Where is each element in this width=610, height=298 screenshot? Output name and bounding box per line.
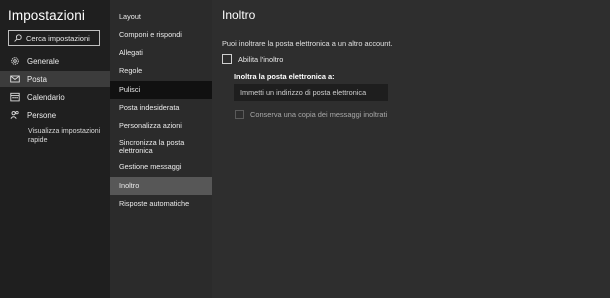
page-title: Inoltro <box>222 8 256 22</box>
category-personalizza-azioni[interactable]: Personalizza azioni <box>110 118 212 135</box>
category-sincronizza[interactable]: Sincronizza la posta elettronica <box>110 136 212 158</box>
search-placeholder: Cerca impostazioni <box>26 33 90 43</box>
category-risposte-automatiche[interactable]: Risposte automatiche <box>110 196 212 213</box>
keep-copy-checkbox[interactable]: Conserva una copia dei messaggi inoltrat… <box>235 110 387 119</box>
nav-item-label: Generale <box>27 56 60 66</box>
mail-icon <box>10 74 20 84</box>
category-inoltro[interactable]: Inoltro <box>110 177 212 195</box>
people-icon <box>10 110 20 120</box>
enable-forwarding-checkbox[interactable]: Abilita l'inoltro <box>222 54 283 64</box>
forward-email-placeholder: Immetti un indirizzo di posta elettronic… <box>240 88 367 97</box>
quick-settings-link[interactable]: Visualizza impostazioni rapide <box>28 127 108 145</box>
mail-settings-categories: Layout Componi e rispondi Allegati Regol… <box>110 0 212 298</box>
category-allegati[interactable]: Allegati <box>110 45 212 61</box>
forwarding-description: Puoi inoltrare la posta elettronica a un… <box>222 39 393 48</box>
forward-to-label: Inoltra la posta elettronica a: <box>234 72 335 81</box>
category-pulisci[interactable]: Pulisci <box>110 81 212 99</box>
app-title: Impostazioni <box>8 8 85 23</box>
enable-forwarding-label: Abilita l'inoltro <box>238 54 284 64</box>
nav-item-calendario[interactable]: Calendario <box>0 89 110 105</box>
category-posta-indesiderata[interactable]: Posta indesiderata <box>110 100 212 117</box>
nav-item-persone[interactable]: Persone <box>0 107 110 123</box>
category-componi-e-rispondi[interactable]: Componi e rispondi <box>110 27 212 43</box>
category-gestione-messaggi[interactable]: Gestione messaggi <box>110 159 212 176</box>
search-icon <box>14 34 22 42</box>
keep-copy-label: Conserva una copia dei messaggi inoltrat… <box>250 110 388 119</box>
nav-item-label: Posta <box>27 74 47 84</box>
nav-item-label: Persone <box>27 110 57 120</box>
search-input[interactable]: Cerca impostazioni <box>8 30 100 46</box>
category-regole[interactable]: Regole <box>110 63 212 80</box>
nav-item-posta[interactable]: Posta <box>0 71 110 87</box>
checkbox-box[interactable] <box>222 54 232 64</box>
calendar-icon <box>10 92 20 102</box>
nav-item-generale[interactable]: Generale <box>0 53 110 69</box>
forwarding-settings-panel: Inoltro Puoi inoltrare la posta elettron… <box>212 0 610 298</box>
category-layout[interactable]: Layout <box>110 9 212 25</box>
checkbox-box[interactable] <box>235 110 244 119</box>
nav-item-label: Calendario <box>27 92 65 102</box>
forward-email-input[interactable]: Immetti un indirizzo di posta elettronic… <box>234 84 388 101</box>
gear-icon <box>10 56 20 66</box>
settings-nav-pane: Impostazioni Cerca impostazioni Generale… <box>0 0 110 298</box>
